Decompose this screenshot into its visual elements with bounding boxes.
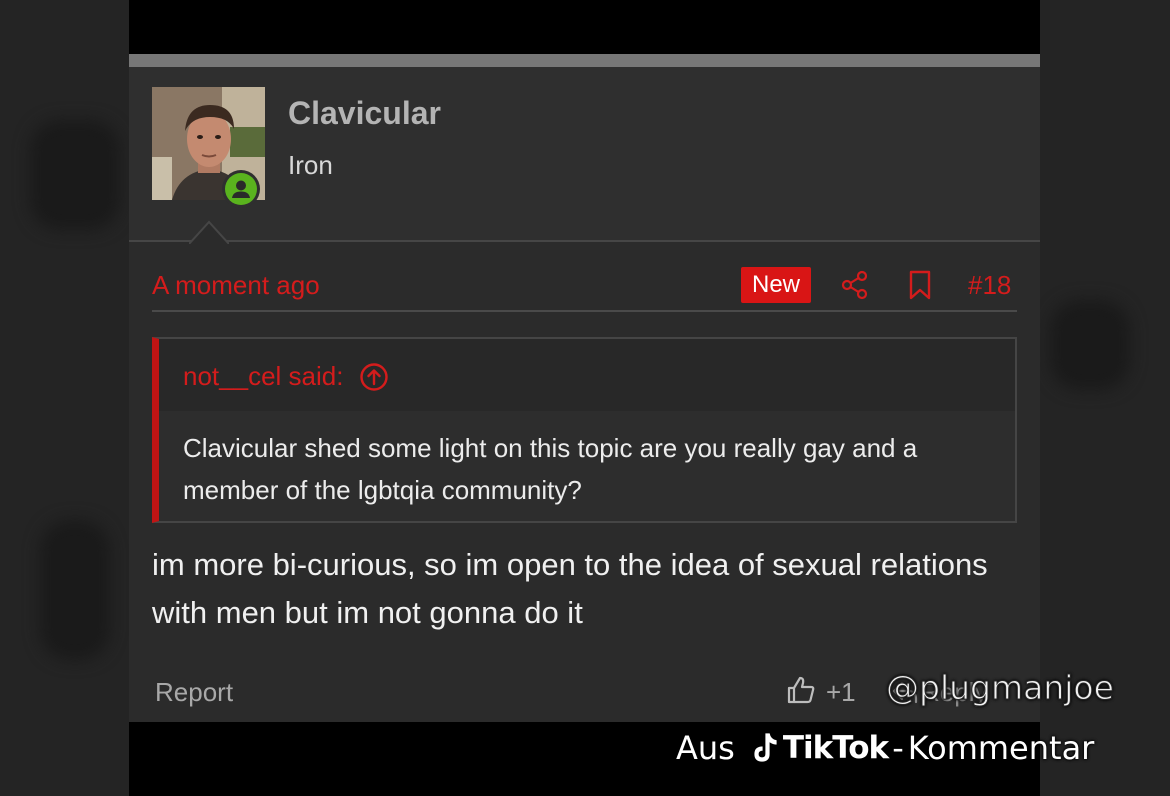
watermark-handle: @plugmanjoe <box>886 668 1115 708</box>
online-status <box>222 170 260 208</box>
forum-post: Clavicular Iron A moment ago New #18 not… <box>129 67 1040 722</box>
post-number-link[interactable]: #18 <box>968 270 1011 301</box>
new-badge: New <box>741 267 811 303</box>
watermark-line: Aus TikTok - Kommentar <box>676 727 1094 769</box>
tiktok-logo-icon <box>753 732 778 763</box>
bookmark-icon[interactable] <box>905 270 935 300</box>
post-author-name[interactable]: Clavicular <box>288 95 441 132</box>
arrow-circle-up-icon[interactable] <box>359 362 389 392</box>
quote-block: not__cel said: Clavicular shed some ligh… <box>152 337 1017 523</box>
user-header: Clavicular Iron <box>129 67 1040 244</box>
quote-author-label: not__cel said: <box>183 361 344 391</box>
report-link[interactable]: Report <box>155 677 233 708</box>
watermark-separator: - <box>892 729 904 767</box>
post-message: im more bi-curious, so im open to the id… <box>152 547 988 630</box>
quote-text: Clavicular shed some light on this topic… <box>183 433 918 505</box>
message-caret <box>189 220 229 244</box>
watermark-suffix: Kommentar <box>907 729 1095 767</box>
thumbs-up-icon[interactable] <box>785 674 817 706</box>
watermark-brand: TikTok <box>782 730 889 766</box>
post-timestamp[interactable]: A moment ago <box>152 270 320 301</box>
top-divider-bar <box>129 54 1040 67</box>
quote-author-link[interactable]: not__cel said: <box>183 361 389 392</box>
watermark-prefix: Aus <box>676 729 735 767</box>
like-count: +1 <box>826 677 856 707</box>
share-icon[interactable] <box>840 270 870 300</box>
online-user-icon <box>225 173 257 205</box>
post-author-title: Iron <box>288 150 333 180</box>
quote-header: not__cel said: <box>159 339 1015 411</box>
blurred-backdrop-left <box>0 0 129 796</box>
post-meta-row: A moment ago New #18 <box>152 264 1017 312</box>
